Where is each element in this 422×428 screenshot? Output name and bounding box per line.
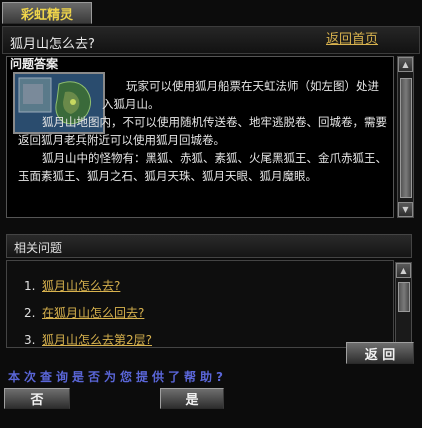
item-number: 2. xyxy=(24,306,36,320)
item-number: 3. xyxy=(24,333,36,347)
answer-scroll-thumb[interactable] xyxy=(400,78,412,198)
question-title: 狐月山怎么去? xyxy=(10,37,95,52)
related-link[interactable]: 在狐月山怎么回去? xyxy=(42,306,144,320)
related-title: 相关问题 xyxy=(14,241,63,255)
list-item[interactable]: 1. 狐月山怎么去? xyxy=(24,277,120,294)
list-item[interactable]: 2. 在狐月山怎么回去? xyxy=(24,304,144,321)
answer-text: 玩家可以使用狐月船票在天虹法师（如左图）处进入狐月山。 狐月山地图内，不可以使用… xyxy=(18,77,388,185)
yes-button[interactable]: 是 xyxy=(160,388,224,409)
answer-paragraph: 玩家可以使用狐月船票在天虹法师（如左图）处进入狐月山。 xyxy=(102,79,379,111)
item-number: 1. xyxy=(24,279,36,293)
home-link[interactable]: 返回首页 xyxy=(326,28,378,47)
feedback-prompt: 本次查询是否为您提供了帮助? xyxy=(8,370,227,384)
related-header xyxy=(6,234,412,258)
up-arrow-icon[interactable]: ▲ xyxy=(396,263,411,278)
down-arrow-icon[interactable]: ▼ xyxy=(398,202,413,217)
window-tab[interactable]: 彩虹精灵 xyxy=(2,2,92,24)
list-item[interactable]: 3. 狐月山怎么去第2层? xyxy=(24,331,152,348)
answer-heading: 问题答案 xyxy=(10,57,59,71)
answer-paragraph: 狐月山中的怪物有：黑狐、赤狐、素狐、火尾黑狐王、金爪赤狐王、玉面素狐王、狐月之石… xyxy=(18,151,387,183)
no-button[interactable]: 否 xyxy=(4,388,70,409)
back-button[interactable]: 返 回 xyxy=(346,342,414,364)
related-link[interactable]: 狐月山怎么去? xyxy=(42,279,120,293)
related-link[interactable]: 狐月山怎么去第2层? xyxy=(42,333,152,347)
related-scroll-thumb[interactable] xyxy=(398,282,410,312)
answer-paragraph: 狐月山地图内，不可以使用随机传送卷、地牢逃脱卷、回城卷，需要返回狐月老兵附近可以… xyxy=(18,115,387,147)
up-arrow-icon[interactable]: ▲ xyxy=(398,57,413,72)
